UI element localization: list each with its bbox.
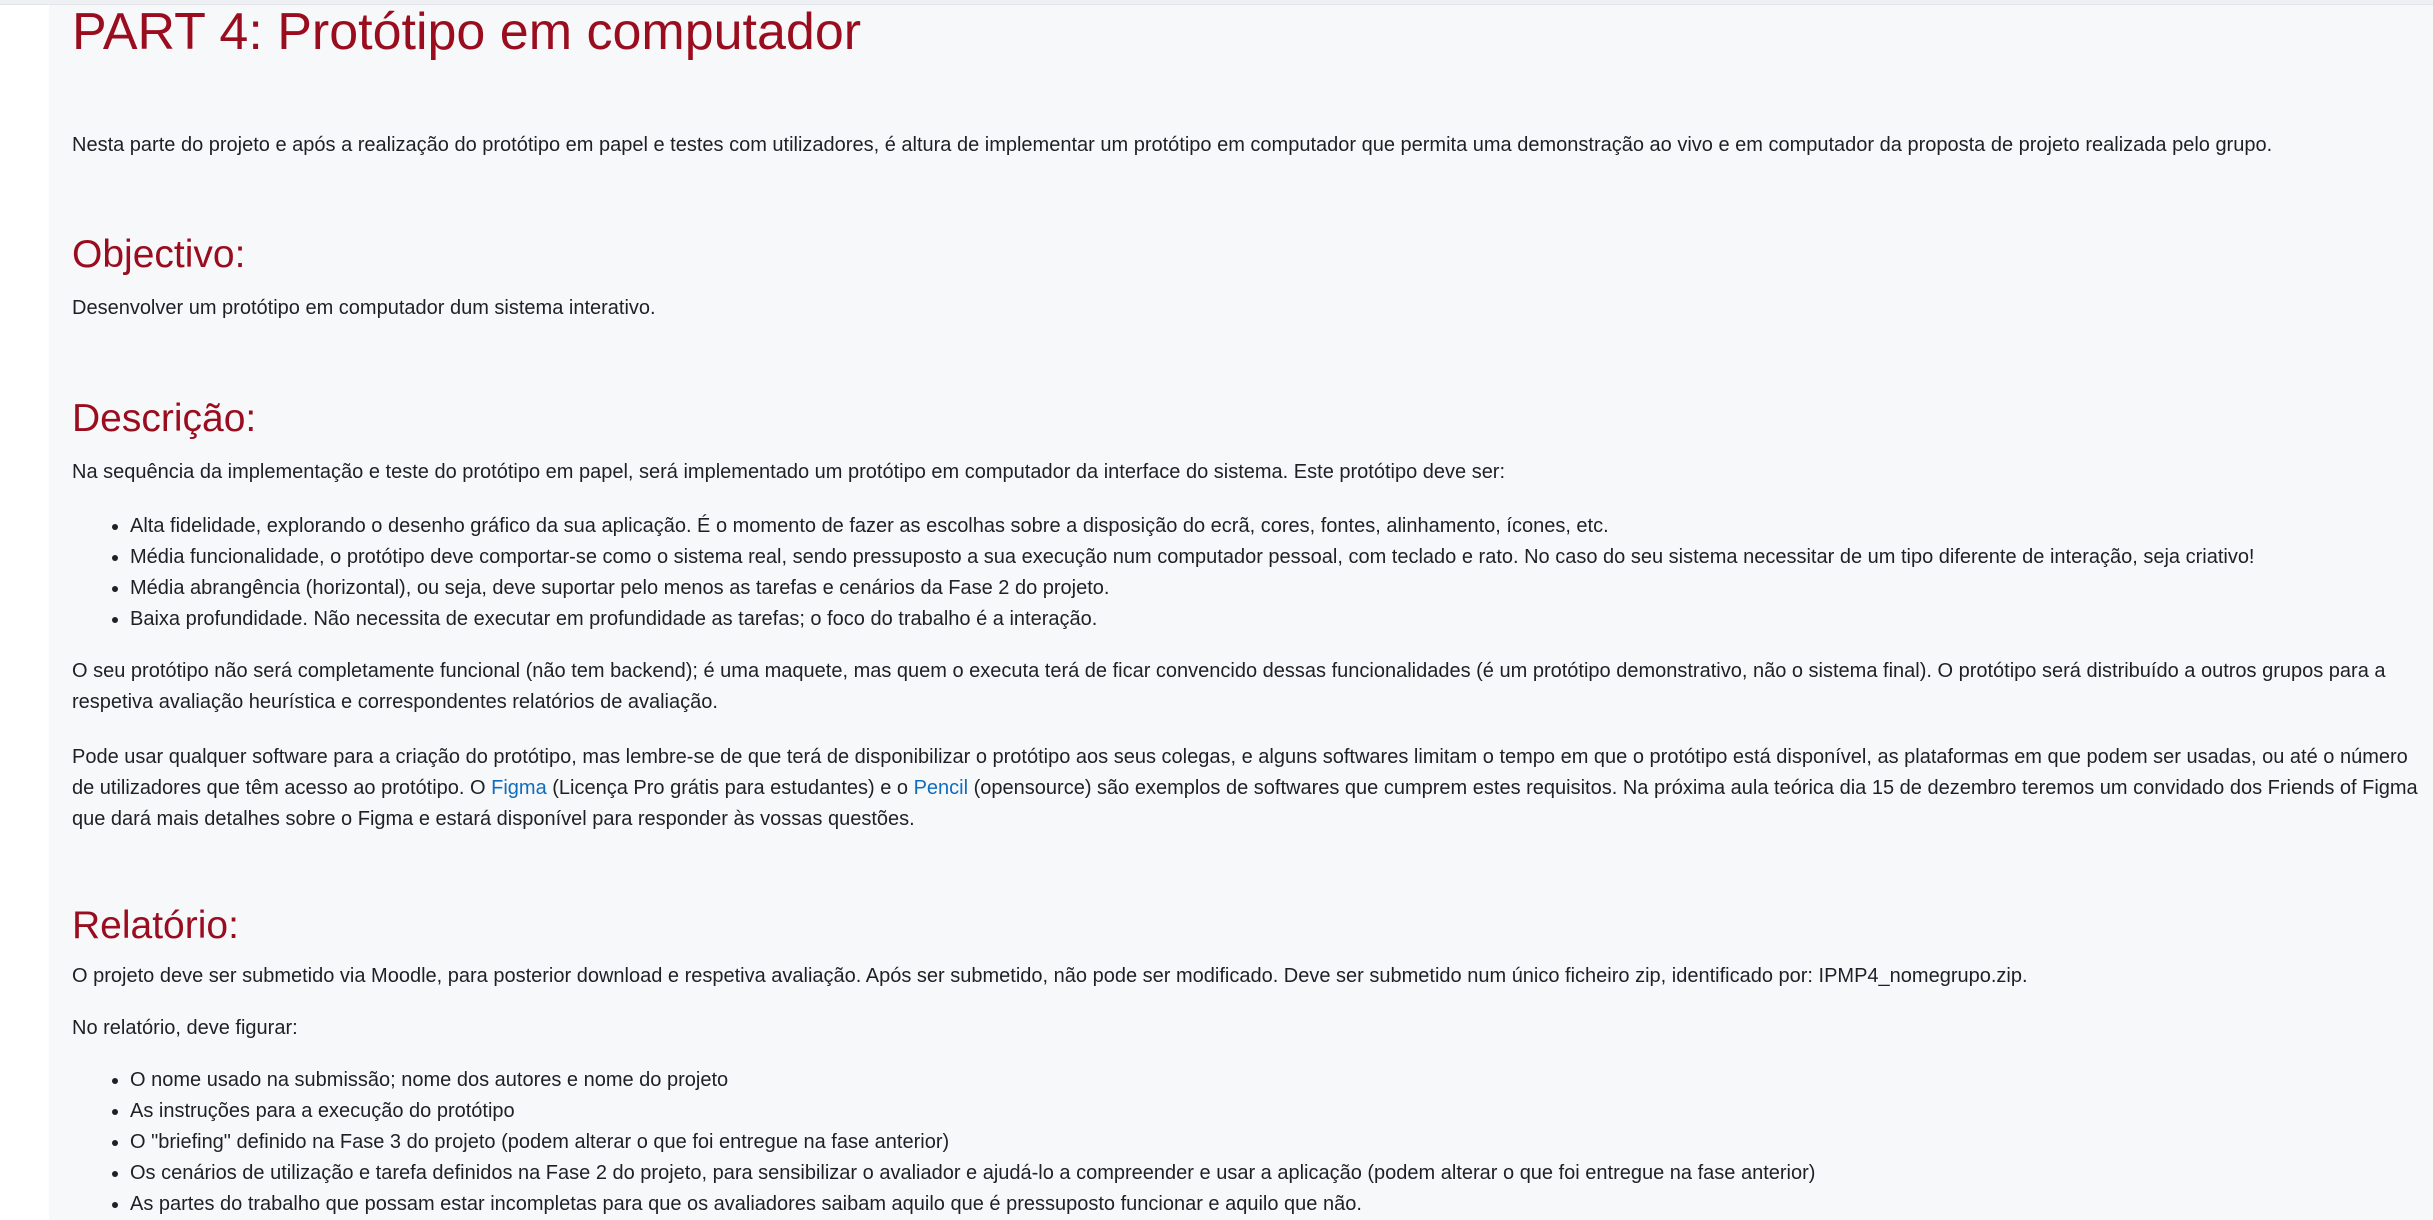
main-content: PART 4: Protótipo em computador Nesta pa… bbox=[49, 5, 2433, 1220]
page: PART 4: Protótipo em computador Nesta pa… bbox=[0, 0, 2433, 1220]
relatorio-text: O projeto deve ser submetido via Moodle,… bbox=[72, 965, 2028, 987]
relatorio-lead: No relatório, deve figurar: bbox=[72, 1017, 298, 1039]
paragraph-text: (Licença Pro grátis para estudantes) e o bbox=[546, 777, 914, 799]
descricao-heading: Descrição: bbox=[72, 397, 257, 440]
list-item: As partes do trabalho que possam estar i… bbox=[130, 1189, 1815, 1220]
objectivo-text: Desenvolver um protótipo em computador d… bbox=[72, 297, 656, 319]
list-item: Alta fidelidade, explorando o desenho gr… bbox=[130, 511, 2255, 542]
pencil-link[interactable]: Pencil bbox=[914, 777, 968, 799]
list-item: O nome usado na submissão; nome dos auto… bbox=[130, 1065, 1815, 1096]
list-item: Baixa profundidade. Não necessita de exe… bbox=[130, 604, 2255, 635]
descricao-paragraph-1: O seu protótipo não será completamente f… bbox=[72, 660, 2386, 713]
objectivo-heading: Objectivo: bbox=[72, 233, 246, 276]
descricao-list: Alta fidelidade, explorando o desenho gr… bbox=[72, 511, 2255, 635]
list-item: Média abrangência (horizontal), ou seja,… bbox=[130, 573, 2255, 604]
list-item: Média funcionalidade, o protótipo deve c… bbox=[130, 542, 2255, 573]
list-item: O "briefing" definido na Fase 3 do proje… bbox=[130, 1127, 1815, 1158]
descricao-lead: Na sequência da implementação e teste do… bbox=[72, 461, 1506, 483]
descricao-paragraph-2: Pode usar qualquer software para a criaç… bbox=[72, 742, 2422, 835]
list-item: Os cenários de utilização e tarefa defin… bbox=[130, 1158, 1815, 1189]
relatorio-heading: Relatório: bbox=[72, 904, 239, 947]
intro-text: Nesta parte do projeto e após a realizaç… bbox=[72, 134, 2273, 156]
list-item: As instruções para a execução do protóti… bbox=[130, 1096, 1815, 1127]
figma-link[interactable]: Figma bbox=[491, 777, 547, 799]
page-title: PART 4: Protótipo em computador bbox=[72, 5, 862, 61]
relatorio-list: O nome usado na submissão; nome dos auto… bbox=[72, 1065, 1815, 1220]
